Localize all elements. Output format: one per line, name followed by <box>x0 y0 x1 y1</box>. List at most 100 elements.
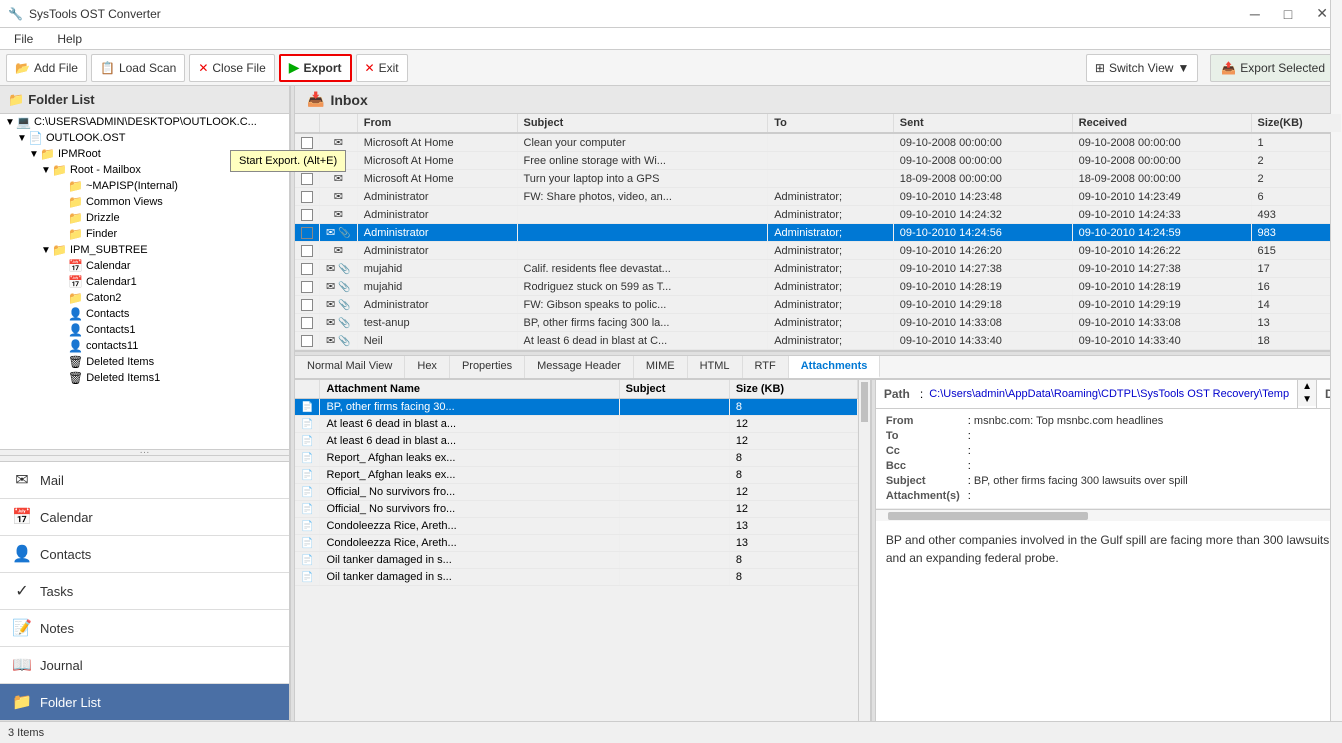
attachment-scrollbar[interactable] <box>858 380 870 721</box>
load-scan-button[interactable]: 📋 Load Scan <box>91 54 185 82</box>
att-checkbox[interactable]: 📄 <box>295 467 320 484</box>
attachment-row[interactable]: 📄 At least 6 dead in blast a... 12 <box>295 433 857 450</box>
email-row[interactable]: ✉ Microsoft At Home Free online storage … <box>295 152 1342 170</box>
col-size[interactable]: Size(KB) <box>1251 114 1342 133</box>
tab-properties[interactable]: Properties <box>450 356 525 378</box>
email-row[interactable]: ✉ Microsoft At Home Turn your laptop int… <box>295 170 1342 188</box>
tab-message-header[interactable]: Message Header <box>525 356 634 378</box>
email-row[interactable]: ✉ 📎 mujahid Calif. residents flee devast… <box>295 260 1342 278</box>
email-checkbox[interactable] <box>295 206 320 224</box>
tab-normal-mail-view[interactable]: Normal Mail View <box>295 356 405 378</box>
export-button[interactable]: ▶ Export <box>279 54 352 82</box>
att-col-size[interactable]: Size (KB) <box>729 380 857 399</box>
tree-arrow[interactable]: ▼ <box>40 245 52 256</box>
attachment-row[interactable]: 📄 At least 6 dead in blast a... 12 <box>295 416 857 433</box>
tree-item-deleted-items[interactable]: 🗑 Deleted Items <box>0 354 289 370</box>
export-selected-button[interactable]: 📤 Export Selected <box>1210 54 1336 82</box>
att-checkbox[interactable]: 📄 <box>295 484 320 501</box>
attachment-row[interactable]: 📄 Official_ No survivors fro... 12 <box>295 501 857 518</box>
nav-calendar[interactable]: 📅 Calendar <box>0 499 289 536</box>
att-checkbox[interactable]: 📄 <box>295 552 320 569</box>
preview-vscrollbar[interactable] <box>1330 380 1342 721</box>
tab-rtf[interactable]: RTF <box>743 356 789 378</box>
att-col-name[interactable]: Attachment Name <box>320 380 619 399</box>
att-checkbox[interactable]: 📄 <box>295 518 320 535</box>
tree-item-ipm-subtree[interactable]: ▼ 📁 IPM_SUBTREE <box>0 242 289 258</box>
att-checkbox[interactable]: 📄 <box>295 416 320 433</box>
email-row[interactable]: ✉ Microsoft At Home Clean your computer … <box>295 133 1342 152</box>
att-checkbox[interactable]: 📄 <box>295 399 320 416</box>
add-file-button[interactable]: 📂 Add File <box>6 54 87 82</box>
attachment-row[interactable]: 📄 Report_ Afghan leaks ex... 8 <box>295 467 857 484</box>
attachment-scroll[interactable]: Attachment Name Subject Size (KB) 📄 BP, … <box>295 380 858 721</box>
path-scroll-down[interactable]: ▼ <box>1298 393 1316 406</box>
tree-item-ost[interactable]: ▼ 📄 OUTLOOK.OST <box>0 130 289 146</box>
switch-view-button[interactable]: ⊞ Switch View ▼ <box>1086 54 1198 82</box>
menu-file[interactable]: File <box>8 31 39 47</box>
tab-hex[interactable]: Hex <box>405 356 450 378</box>
email-row[interactable]: ✉ 📎 test-anup BP, other firms facing 300… <box>295 314 1342 332</box>
email-checkbox[interactable] <box>295 242 320 260</box>
email-row[interactable]: ✉ Administrator Administrator; 09-10-201… <box>295 206 1342 224</box>
tree-arrow[interactable]: ▼ <box>40 165 52 176</box>
email-checkbox[interactable] <box>295 170 320 188</box>
attachment-row[interactable]: 📄 Report_ Afghan leaks ex... 8 <box>295 450 857 467</box>
col-check[interactable] <box>295 114 320 133</box>
preview-hscrollbar[interactable] <box>876 509 1342 521</box>
col-to[interactable]: To <box>768 114 894 133</box>
tree-item-drizzle[interactable]: 📁 Drizzle <box>0 210 289 226</box>
tree-item-contacts11[interactable]: 👤 contacts11 <box>0 338 289 354</box>
email-checkbox[interactable] <box>295 260 320 278</box>
email-row[interactable]: ✉ Administrator Administrator; 09-10-201… <box>295 242 1342 260</box>
email-checkbox[interactable] <box>295 332 320 350</box>
attachment-row[interactable]: 📄 BP, other firms facing 30... 8 <box>295 399 857 416</box>
attachment-row[interactable]: 📄 Official_ No survivors fro... 12 <box>295 484 857 501</box>
tree-item-common-views[interactable]: 📁 Common Views <box>0 194 289 210</box>
col-received[interactable]: Received <box>1072 114 1251 133</box>
tree-arrow[interactable]: ▼ <box>4 117 16 128</box>
tab-html[interactable]: HTML <box>688 356 743 378</box>
tree-item-finder[interactable]: 📁 Finder <box>0 226 289 242</box>
close-file-button[interactable]: ✕ Close File <box>189 54 274 82</box>
nav-contacts[interactable]: 👤 Contacts <box>0 536 289 573</box>
attachment-row[interactable]: 📄 Oil tanker damaged in s... 8 <box>295 552 857 569</box>
nav-folder-list[interactable]: 📁 Folder List <box>0 684 289 721</box>
tab-mime[interactable]: MIME <box>634 356 688 378</box>
tree-item-caton2[interactable]: 📁 Caton2 <box>0 290 289 306</box>
tree-item-contacts[interactable]: 👤 Contacts <box>0 306 289 322</box>
email-row[interactable]: ✉ 📎 mujahid Rodriguez stuck on 599 as T.… <box>295 278 1342 296</box>
email-checkbox[interactable] <box>295 278 320 296</box>
email-row[interactable]: ✉ 📎 Administrator FW: Gibson speaks to p… <box>295 296 1342 314</box>
att-col-check[interactable] <box>295 380 320 399</box>
att-checkbox[interactable]: 📄 <box>295 569 320 586</box>
attachment-row[interactable]: 📄 Condoleezza Rice, Areth... 13 <box>295 535 857 552</box>
email-checkbox[interactable] <box>295 296 320 314</box>
nav-journal[interactable]: 📖 Journal <box>0 647 289 684</box>
nav-tasks[interactable]: ✓ Tasks <box>0 573 289 610</box>
email-checkbox[interactable] <box>295 314 320 332</box>
nav-notes[interactable]: 📝 Notes <box>0 610 289 647</box>
email-list[interactable]: From Subject To Sent Received Size(KB) ✉… <box>295 114 1342 351</box>
col-sent[interactable]: Sent <box>893 114 1072 133</box>
att-checkbox[interactable]: 📄 <box>295 450 320 467</box>
tab-attachments[interactable]: Attachments <box>789 356 881 378</box>
exit-button[interactable]: ✕ Exit <box>356 54 408 82</box>
att-checkbox[interactable]: 📄 <box>295 433 320 450</box>
minimize-button[interactable]: ─ <box>1244 3 1266 24</box>
email-row[interactable]: ✉ Administrator FW: Share photos, video,… <box>295 188 1342 206</box>
tree-arrow[interactable]: ▼ <box>16 133 28 144</box>
att-checkbox[interactable]: 📄 <box>295 535 320 552</box>
attachment-row[interactable]: 📄 Condoleezza Rice, Areth... 13 <box>295 518 857 535</box>
att-checkbox[interactable]: 📄 <box>295 501 320 518</box>
col-icon[interactable] <box>320 114 358 133</box>
email-checkbox[interactable] <box>295 224 320 242</box>
email-checkbox[interactable] <box>295 133 320 152</box>
email-checkbox[interactable] <box>295 188 320 206</box>
col-from[interactable]: From <box>357 114 517 133</box>
email-row[interactable]: ✉ 📎 Administrator Administrator; 09-10-2… <box>295 224 1342 242</box>
tree-item-mapisp[interactable]: 📁 ~MAPISP(Internal) <box>0 178 289 194</box>
nav-mail[interactable]: ✉ Mail <box>0 462 289 499</box>
tree-item-calendar1[interactable]: 📅 Calendar1 <box>0 274 289 290</box>
path-scroll-up[interactable]: ▲ <box>1298 380 1316 393</box>
tree-item-root[interactable]: ▼ 💻 C:\USERS\ADMIN\DESKTOP\OUTLOOK.C... <box>0 114 289 130</box>
